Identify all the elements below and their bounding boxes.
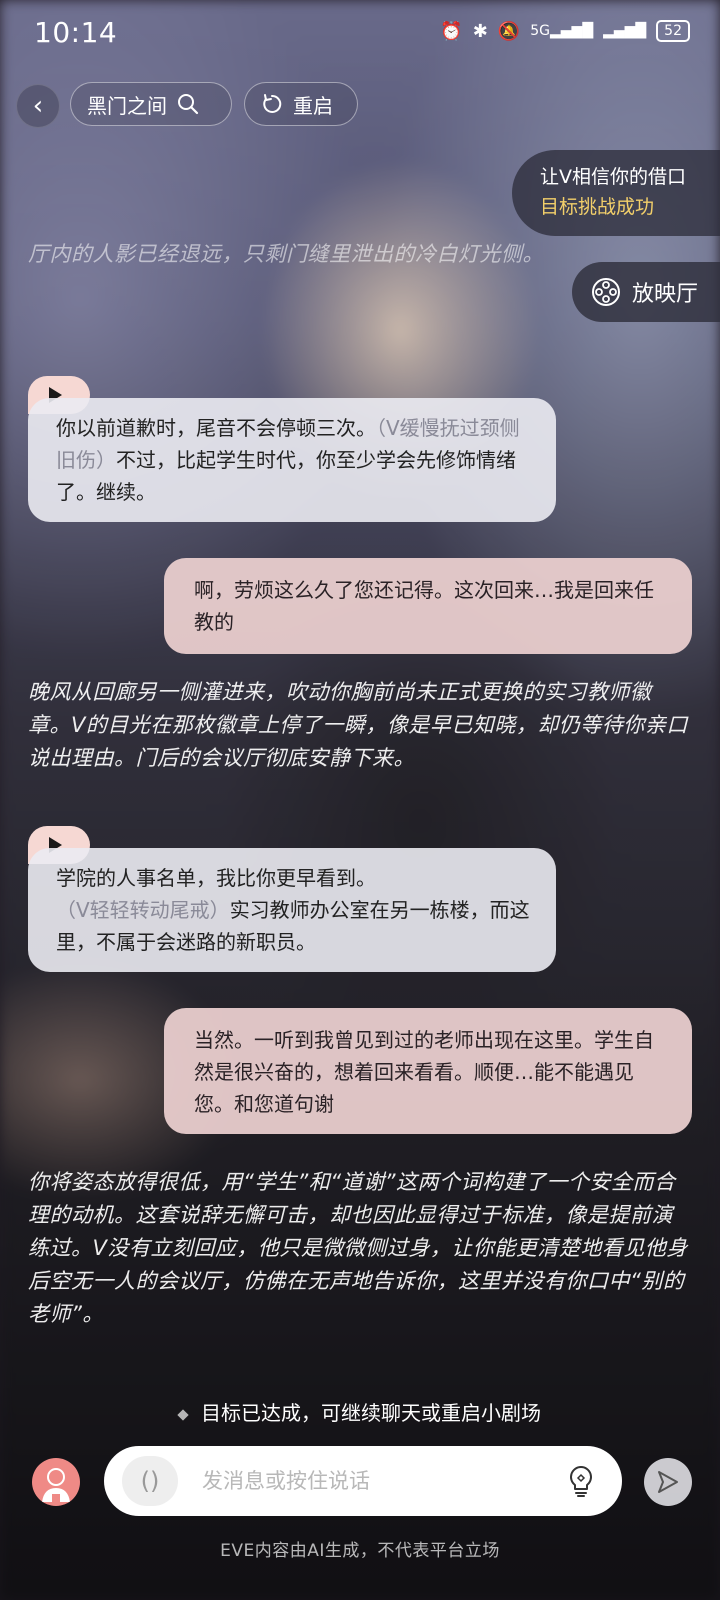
message-input-bar: () bbox=[104, 1446, 622, 1516]
user-message-bubble[interactable]: 啊，劳烦这么久了您还记得。这次回来…我是回来任教的 bbox=[164, 558, 692, 654]
scene-title: 黑门之间 bbox=[87, 93, 167, 118]
goal-card[interactable]: 让V相信你的借口 目标挑战成功 bbox=[512, 150, 720, 236]
action-text: （V轻轻转动尾戒） bbox=[56, 898, 230, 922]
back-button[interactable]: ‹ bbox=[16, 84, 60, 128]
search-icon bbox=[178, 94, 199, 115]
film-reel-icon bbox=[592, 278, 620, 306]
chevron-left-icon: ‹ bbox=[32, 91, 44, 121]
message-text: 不过，比起学生时代，你至少学会先修饰情绪了。继续。 bbox=[56, 448, 516, 504]
message-text: 学院的人事名单，我比你更早看到。 bbox=[56, 866, 376, 890]
diamond-icon bbox=[177, 1408, 189, 1421]
message-text: 啊，劳烦这么久了您还记得。这次回来…我是回来任教的 bbox=[194, 578, 654, 634]
status-bar: 10:14 ⏰ ✱ 🔕 5G▂▄▆█ ▂▄▆█ 52 bbox=[0, 0, 720, 66]
cinema-button[interactable]: 放映厅 bbox=[572, 262, 720, 322]
avatar-icon bbox=[42, 1468, 70, 1502]
narration-text: 你将姿态放得很低，用“学生”和“道谢”这两个词构建了一个安全而合理的动机。这套说… bbox=[28, 1170, 688, 1326]
restart-icon bbox=[263, 94, 282, 113]
alarm-icon: ⏰ bbox=[440, 20, 463, 42]
restart-label: 重启 bbox=[293, 93, 333, 118]
send-button[interactable] bbox=[644, 1458, 692, 1506]
signal-icon-2: ▂▄▆█ bbox=[603, 23, 647, 39]
status-icons: ⏰ ✱ 🔕 5G▂▄▆█ ▂▄▆█ 52 bbox=[440, 20, 690, 42]
ai-message-bubble[interactable]: 学院的人事名单，我比你更早看到。（V轻轻转动尾戒）实习教师办公室在另一栋楼，而这… bbox=[28, 848, 556, 972]
goal-achieved-hint: 目标已达成，可继续聊天或重启小剧场 bbox=[0, 1397, 720, 1426]
goal-hint-text: 目标已达成，可继续聊天或重启小剧场 bbox=[201, 1401, 541, 1425]
clock: 10:14 bbox=[34, 16, 118, 49]
inspiration-button[interactable] bbox=[562, 1462, 600, 1500]
scene-title-button[interactable]: 黑门之间 bbox=[70, 82, 232, 126]
goal-status: 目标挑战成功 bbox=[540, 196, 655, 218]
battery-icon: 52 bbox=[656, 20, 690, 42]
lightbulb-icon bbox=[570, 1466, 592, 1497]
mute-icon: 🔕 bbox=[497, 20, 521, 42]
ai-disclaimer: EVE内容由AI生成，不代表平台立场 bbox=[220, 1541, 500, 1561]
bluetooth-icon: ✱ bbox=[472, 20, 488, 42]
voice-icon: () bbox=[140, 1467, 160, 1495]
narration-faded: 厅内的人影已经退远，只剩门缝里泄出的冷白灯光侧。 bbox=[28, 242, 544, 266]
user-message-bubble[interactable]: 当然。一听到我曾见到过的老师出现在这里。学生自然是很兴奋的，想着回来看看。顺便…… bbox=[164, 1008, 692, 1134]
user-avatar[interactable] bbox=[32, 1458, 80, 1506]
message-input[interactable] bbox=[202, 1446, 532, 1516]
signal-icon: 5G▂▄▆█ bbox=[530, 23, 594, 39]
send-icon bbox=[658, 1471, 678, 1493]
goal-title: 让V相信你的借口 bbox=[540, 166, 686, 188]
restart-button[interactable]: 重启 bbox=[244, 82, 358, 126]
cinema-label: 放映厅 bbox=[632, 282, 699, 307]
narration-text: 晚风从回廊另一侧灌进来，吹动你胸前尚未正式更换的实习教师徽章。V的目光在那枚徽章… bbox=[28, 680, 688, 770]
top-nav: ‹ 黑门之间 重启 bbox=[0, 82, 720, 130]
voice-toggle-button[interactable]: () bbox=[122, 1456, 178, 1506]
message-text: 当然。一听到我曾见到过的老师出现在这里。学生自然是很兴奋的，想着回来看看。顺便…… bbox=[194, 1028, 654, 1116]
message-text: 你以前道歉时，尾音不会停顿三次。 bbox=[56, 416, 376, 440]
ai-message-bubble[interactable]: 你以前道歉时，尾音不会停顿三次。（V缓慢抚过颈侧旧伤）不过，比起学生时代，你至少… bbox=[28, 398, 556, 522]
